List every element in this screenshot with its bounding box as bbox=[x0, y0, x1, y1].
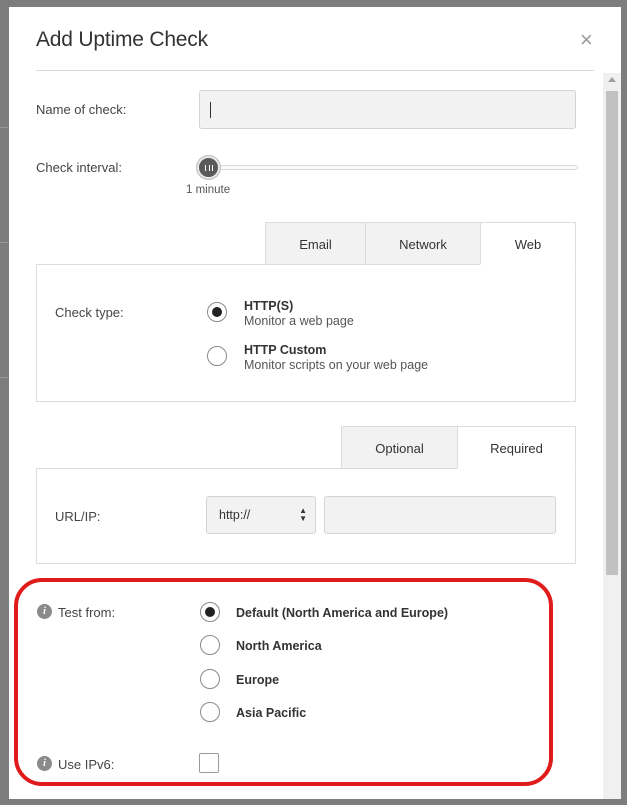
tab-email[interactable]: Email bbox=[265, 222, 366, 265]
scrollbar[interactable] bbox=[603, 73, 621, 799]
option-europe-label: Europe bbox=[236, 673, 280, 687]
check-type-label: Check type: bbox=[55, 305, 124, 320]
web-tab-panel bbox=[36, 264, 576, 402]
radio-https[interactable] bbox=[207, 302, 227, 322]
add-uptime-check-dialog: Add Uptime Check × Name of check: Check … bbox=[9, 7, 621, 799]
url-input[interactable] bbox=[324, 496, 556, 534]
option-default-label: Default (North America and Europe) bbox=[236, 606, 449, 620]
interval-slider-track[interactable] bbox=[208, 165, 578, 170]
name-input[interactable] bbox=[199, 90, 576, 129]
tab-required[interactable]: Required bbox=[457, 426, 576, 469]
interval-label: Check interval: bbox=[36, 160, 122, 175]
select-arrows-icon: ▲ ▼ bbox=[299, 506, 307, 523]
interval-slider-handle[interactable] bbox=[197, 156, 220, 179]
info-icon[interactable]: i bbox=[37, 756, 52, 771]
scroll-up-arrow-icon[interactable] bbox=[608, 77, 616, 82]
interval-value: 1 minute bbox=[186, 184, 231, 196]
background-divider bbox=[0, 242, 8, 243]
option-https-title: HTTP(S) bbox=[244, 299, 294, 313]
close-icon[interactable]: × bbox=[580, 29, 593, 51]
option-north-america-label: North America bbox=[236, 639, 322, 653]
tab-network[interactable]: Network bbox=[365, 222, 481, 265]
grip-icon bbox=[205, 165, 213, 171]
ipv6-checkbox[interactable] bbox=[199, 753, 219, 773]
radio-default-regions[interactable] bbox=[200, 602, 220, 622]
tab-optional[interactable]: Optional bbox=[341, 426, 458, 469]
protocol-value: http:// bbox=[219, 508, 251, 522]
dialog-title: Add Uptime Check bbox=[36, 28, 208, 51]
option-https-desc: Monitor a web page bbox=[244, 314, 354, 328]
option-http-custom-desc: Monitor scripts on your web page bbox=[244, 358, 429, 372]
option-asia-pacific-label: Asia Pacific bbox=[236, 706, 307, 720]
scrollbar-thumb[interactable] bbox=[606, 91, 618, 575]
background-divider bbox=[0, 127, 8, 128]
info-icon[interactable]: i bbox=[37, 604, 52, 619]
background-divider bbox=[0, 377, 8, 378]
radio-europe[interactable] bbox=[200, 669, 220, 689]
radio-asia-pacific[interactable] bbox=[200, 702, 220, 722]
name-label: Name of check: bbox=[36, 102, 127, 117]
protocol-select[interactable]: http:// ▲ ▼ bbox=[206, 496, 316, 534]
option-http-custom-title: HTTP Custom bbox=[244, 343, 327, 357]
text-caret bbox=[210, 102, 211, 118]
test-from-label: Test from: bbox=[58, 605, 116, 620]
url-label: URL/IP: bbox=[55, 509, 101, 524]
radio-http-custom[interactable] bbox=[207, 346, 227, 366]
title-divider bbox=[36, 70, 594, 71]
ipv6-label: Use IPv6: bbox=[58, 757, 115, 772]
radio-north-america[interactable] bbox=[200, 635, 220, 655]
tab-web[interactable]: Web bbox=[480, 222, 576, 265]
